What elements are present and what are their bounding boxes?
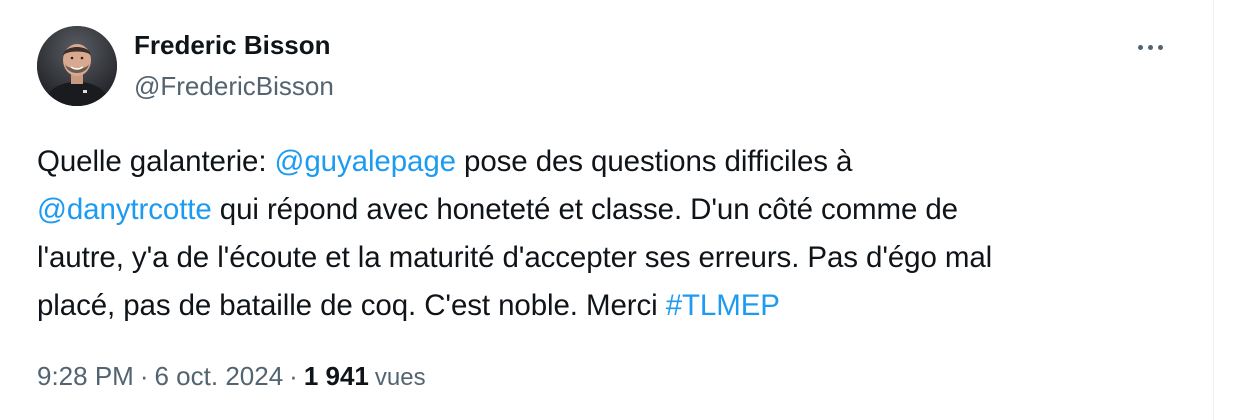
more-options-button[interactable] [1128, 30, 1172, 64]
meta-separator: · [139, 361, 149, 391]
views-label: vues [374, 364, 426, 391]
tweet-line: @danytrcotte qui répond avec honeteté et… [37, 186, 1187, 234]
avatar[interactable] [37, 26, 117, 106]
tweet-line: l'autre, y'a de l'écoute et la maturité … [37, 241, 993, 274]
views-count[interactable]: 1 941 [304, 361, 369, 392]
more-horizontal-icon [1137, 44, 1143, 50]
tweet-date[interactable]: 6 oct. 2024 [155, 361, 284, 392]
tweet-metadata: 9:28 PM · 6 oct. 2024 · 1 941 vues [37, 361, 426, 392]
tweet-text-segment: qui répond avec honeteté et classe. D'un… [211, 193, 958, 226]
tweet-text-segment: placé, pas de bataille de coq. C'est nob… [37, 289, 666, 322]
tweet-text-segment: Quelle galanterie: [37, 145, 275, 178]
author-display-name[interactable]: Frederic Bisson [134, 30, 331, 61]
tweet-line: Quelle galanterie: @guyalepage pose des … [37, 138, 1187, 186]
tweet-line: placé, pas de bataille de coq. C'est nob… [37, 282, 1187, 330]
mention-link-danytrcotte[interactable]: @danytrcotte [37, 193, 212, 226]
mention-link-guyalepage[interactable]: @guyalepage [275, 145, 457, 178]
more-horizontal-icon-dot [1147, 44, 1153, 50]
tweet-time[interactable]: 9:28 PM [37, 361, 134, 392]
hashtag-link-tlmep[interactable]: #TLMEP [666, 289, 780, 322]
author-handle[interactable]: @FredericBisson [134, 71, 334, 102]
tweet-card: Frederic Bisson @FredericBisson Quelle g… [0, 0, 1214, 420]
meta-separator: · [289, 361, 298, 391]
tweet-text: Quelle galanterie: @guyalepage pose des … [37, 138, 1187, 330]
avatar-photo [37, 26, 117, 106]
more-horizontal-icon-dot [1157, 44, 1163, 50]
tweet-text-segment: pose des questions difficiles à [455, 145, 853, 178]
